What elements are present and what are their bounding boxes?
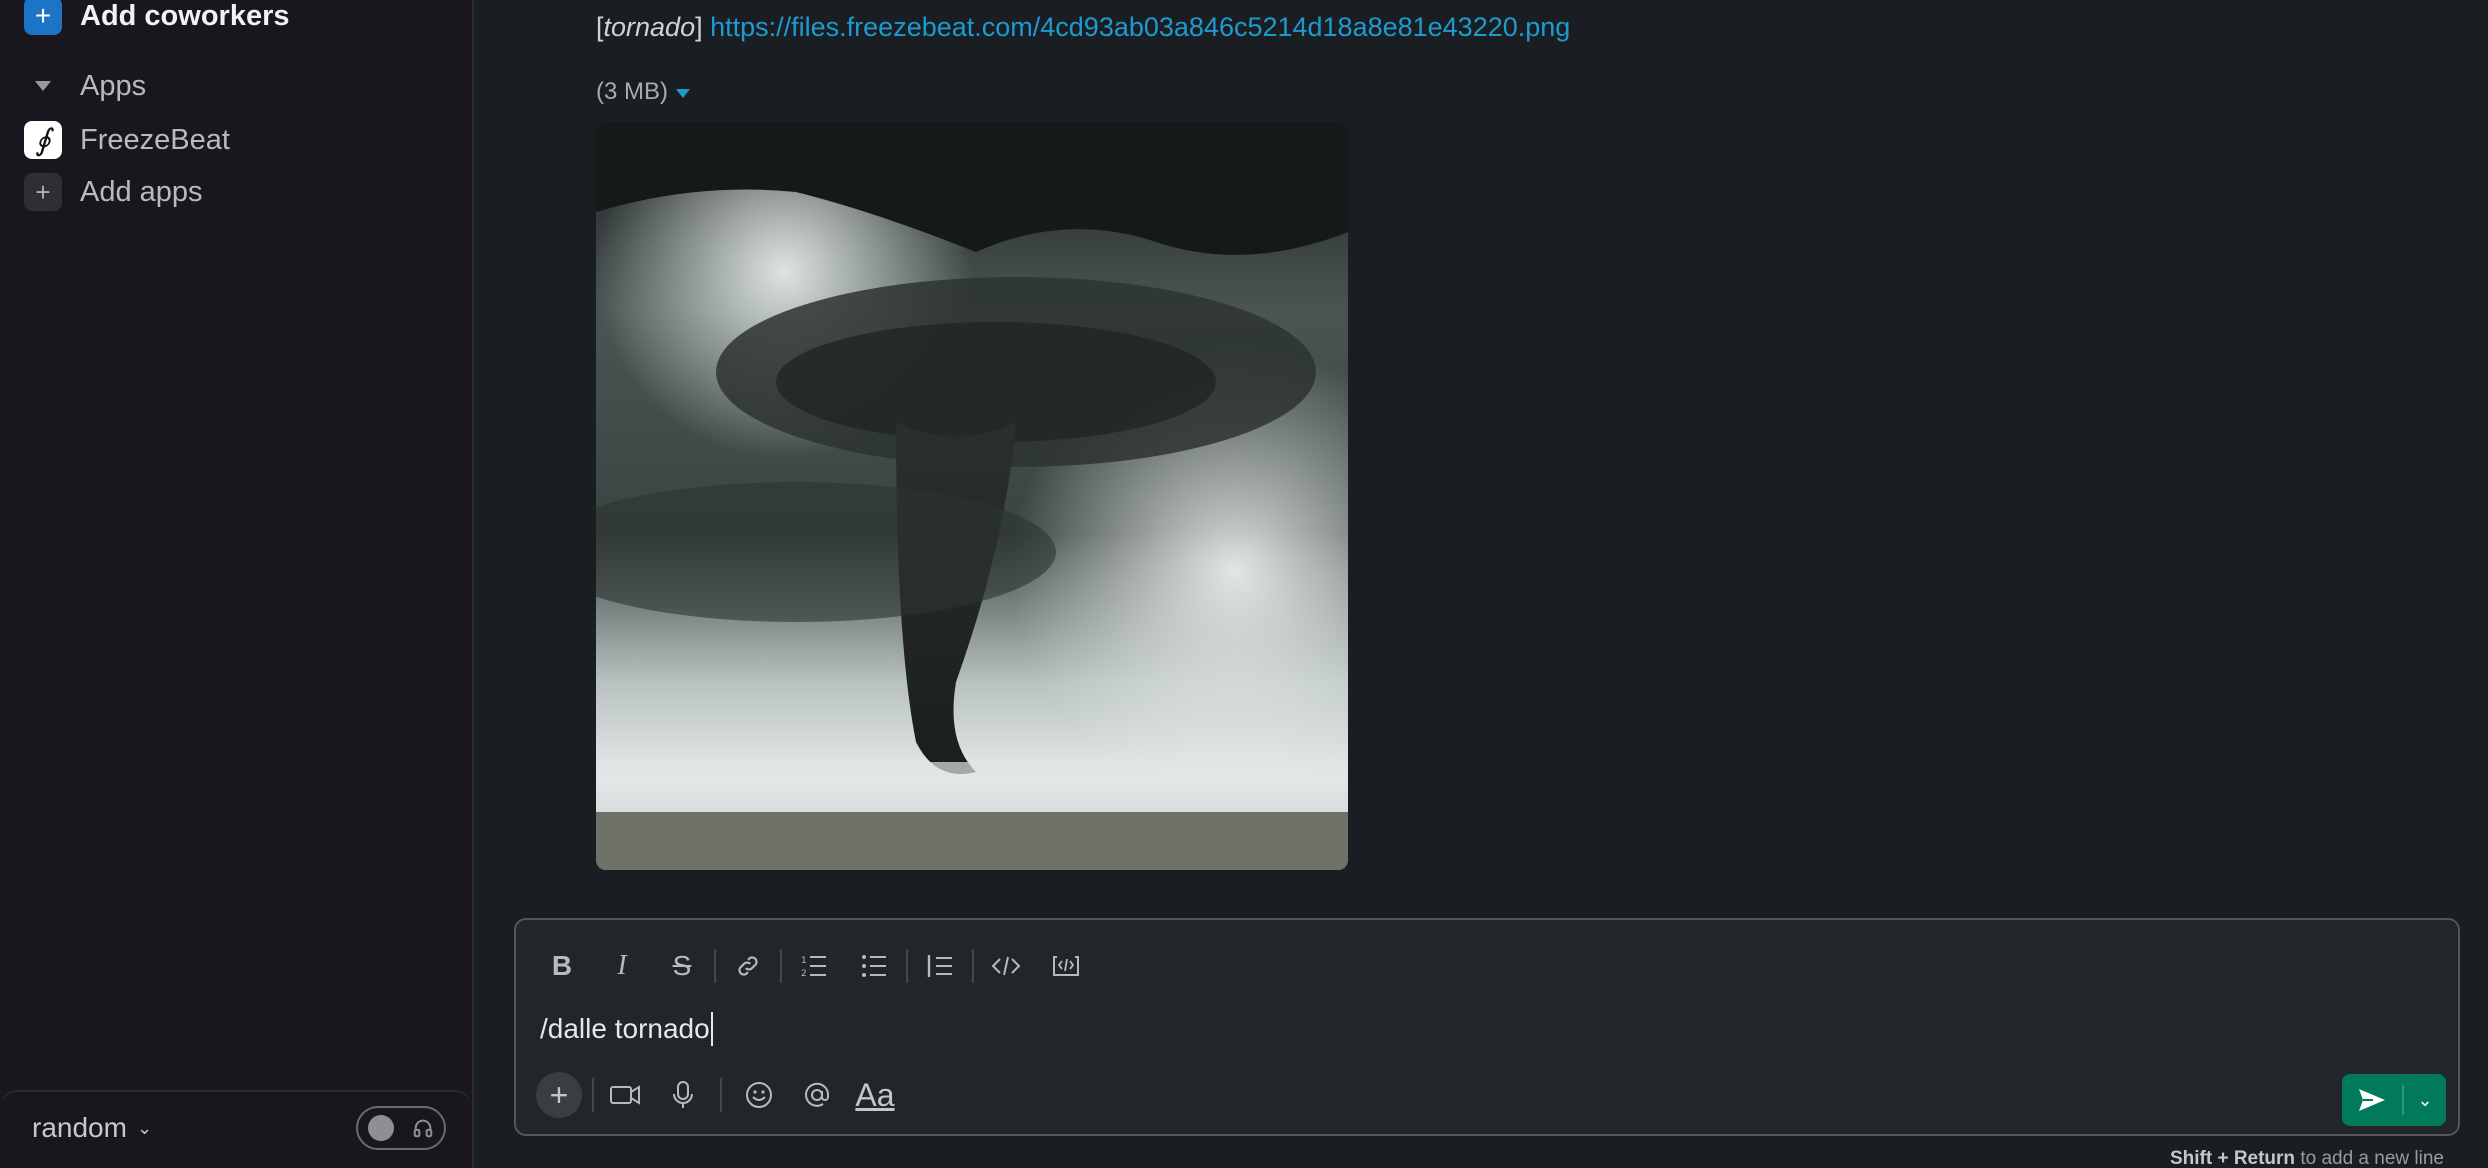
bracket-open: [ [596, 12, 604, 42]
tornado-image[interactable] [596, 122, 1348, 870]
emoji-icon [746, 1082, 772, 1108]
add-coworkers-label: Add coworkers [80, 0, 290, 32]
toolbar-divider [592, 1078, 594, 1112]
formatting-toggle-button[interactable]: Aa [846, 1068, 904, 1122]
formatting-toolbar: B I S 12 [532, 940, 1096, 992]
sidebar-item-label: FreezeBeat [80, 123, 230, 156]
svg-text:2: 2 [801, 969, 807, 979]
blockquote-button[interactable] [910, 940, 970, 992]
channel-name: random [32, 1112, 127, 1143]
link-button[interactable] [718, 940, 778, 992]
toggle-knob [368, 1115, 394, 1141]
add-coworkers-item[interactable]: + Add coworkers [24, 0, 290, 40]
message-input-value: /dalle tornado [540, 1013, 710, 1044]
toolbar-divider [714, 949, 716, 983]
italic-button[interactable]: I [592, 940, 652, 992]
at-sign-icon [805, 1082, 830, 1107]
file-size: (3 MB) [596, 78, 668, 105]
file-size-toggle[interactable]: (3 MB) [596, 78, 690, 106]
send-button-group: ⌄ [2342, 1074, 2446, 1126]
composer-hint: Shift + Return to add a new line [2170, 1148, 2444, 1168]
plus-icon: + [24, 0, 62, 35]
video-clip-button[interactable] [596, 1068, 654, 1122]
attach-plus-button[interactable]: + [536, 1072, 582, 1118]
toolbar-divider [906, 949, 908, 983]
ordered-list-icon: 12 [801, 956, 826, 979]
audio-clip-button[interactable] [654, 1068, 712, 1122]
schedule-send-button[interactable]: ⌄ [2404, 1090, 2446, 1111]
plus-icon: + [24, 173, 62, 211]
add-apps-label: Add apps [80, 175, 203, 208]
plus-icon: + [549, 1076, 569, 1113]
hint-shortcut: Shift + Return [2169, 1148, 2296, 1168]
bold-icon: B [551, 950, 573, 981]
video-camera-icon [610, 1085, 640, 1105]
text-format-icon: Aa [855, 1076, 895, 1113]
code-button[interactable] [976, 940, 1036, 992]
svg-text:1: 1 [801, 956, 807, 966]
message-text: [tornado] https://files.freezebeat.com/4… [596, 12, 1570, 43]
message-composer: B I S 12 /dalle tornado + Aa ⌄ [514, 918, 2460, 1136]
hint-text: to add a new line [2295, 1148, 2444, 1168]
send-icon [2359, 1089, 2385, 1111]
chevron-down-icon: ⌄ [136, 1117, 153, 1138]
italic-icon: I [617, 950, 627, 981]
toolbar-divider [720, 1078, 722, 1112]
send-button[interactable] [2342, 1074, 2402, 1126]
huddle-toggle[interactable] [356, 1106, 446, 1150]
chevron-down-icon: ⌄ [2417, 1089, 2433, 1110]
add-apps-item[interactable]: + Add apps [24, 168, 203, 216]
freezebeat-app-icon: ∮ [24, 121, 62, 159]
toolbar-divider [972, 949, 974, 983]
ordered-list-button[interactable]: 12 [784, 940, 844, 992]
message-pane: [tornado] https://files.freezebeat.com/4… [476, 0, 2488, 1168]
emoji-button[interactable] [730, 1068, 788, 1122]
composer-actions: + Aa [532, 1068, 904, 1122]
apps-section-label: Apps [80, 69, 147, 102]
code-block-button[interactable] [1036, 940, 1096, 992]
sidebar-footer: random ⌄ [0, 1090, 472, 1168]
mention-button[interactable] [788, 1068, 846, 1122]
file-link[interactable]: https://files.freezebeat.com/4cd93ab03a8… [710, 12, 1570, 42]
microphone-icon [673, 1081, 693, 1108]
sidebar: + Add coworkers Apps ∮ FreezeBeat + Add … [0, 0, 474, 1168]
bulleted-list-button[interactable] [844, 940, 904, 992]
blockquote-icon [927, 955, 952, 977]
code-icon [991, 956, 1021, 976]
channel-switcher[interactable]: random ⌄ [32, 1112, 152, 1144]
strikethrough-button[interactable]: S [652, 940, 712, 992]
caret-down-icon [676, 88, 690, 98]
bold-button[interactable]: B [532, 940, 592, 992]
sidebar-item-freezebeat[interactable]: ∮ FreezeBeat [24, 116, 230, 164]
apps-section-header[interactable]: Apps [24, 62, 146, 110]
tornado-illustration [596, 122, 1348, 870]
strikethrough-icon: S [672, 950, 692, 981]
bracket-close: ] [695, 12, 711, 42]
bulleted-list-icon [862, 955, 886, 977]
link-icon [738, 956, 758, 976]
message-input[interactable]: /dalle tornado [540, 1012, 713, 1046]
caret-down-icon [24, 67, 62, 105]
headphones-icon [413, 1119, 433, 1138]
toolbar-divider [780, 949, 782, 983]
code-block-icon [1053, 956, 1079, 976]
prompt-keyword: tornado [603, 12, 696, 42]
text-cursor [710, 1012, 713, 1046]
